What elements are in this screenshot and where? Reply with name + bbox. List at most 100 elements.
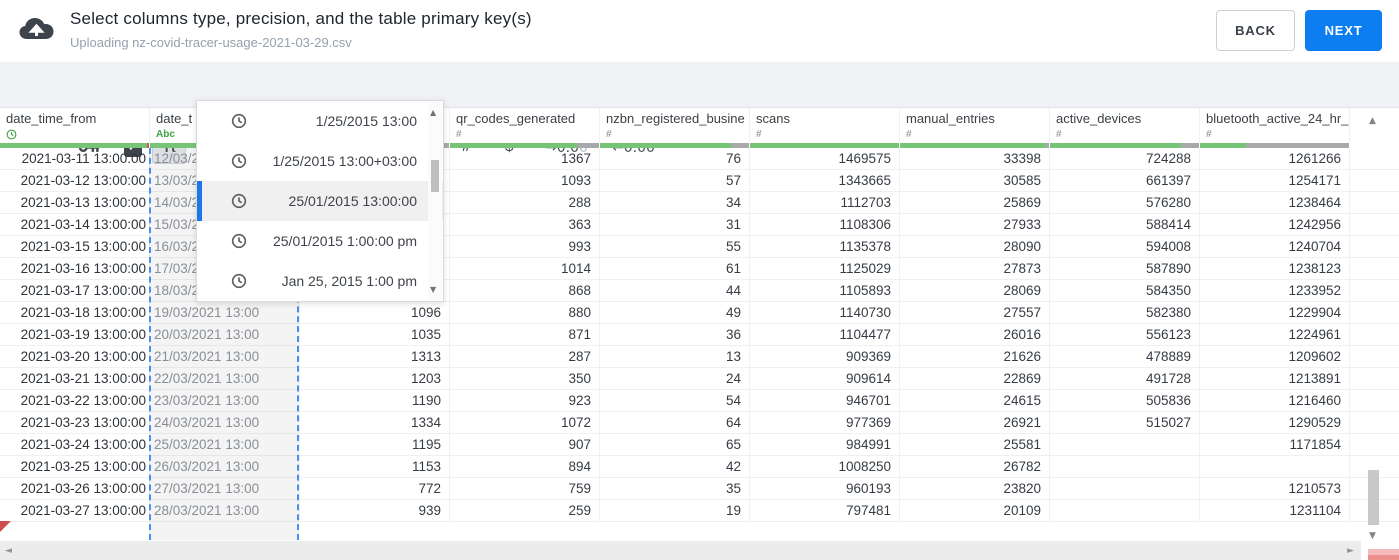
cell: 26016 xyxy=(900,324,1050,345)
cell: 515027 xyxy=(1050,412,1200,433)
cell: 27933 xyxy=(900,214,1050,235)
cell: 2021-03-13 13:00:00 xyxy=(0,192,150,213)
dropdown-scroll-thumb[interactable] xyxy=(431,160,439,192)
cell: 993 xyxy=(450,236,600,257)
format-option[interactable]: 1/25/2015 13:00+03:00 xyxy=(197,141,443,181)
cell: 1238123 xyxy=(1200,258,1350,279)
clock-icon xyxy=(231,153,247,169)
cell: 44 xyxy=(600,280,750,301)
cell: 772 xyxy=(300,478,450,499)
cell: 19 xyxy=(600,500,750,521)
cell xyxy=(1050,456,1200,477)
cell: 909614 xyxy=(750,368,900,389)
cell: 25869 xyxy=(900,192,1050,213)
format-option-label: 1/25/2015 13:00 xyxy=(315,113,417,129)
clock-icon xyxy=(231,233,247,249)
cell: 1125029 xyxy=(750,258,900,279)
cell: 54 xyxy=(600,390,750,411)
cell: 1238464 xyxy=(1200,192,1350,213)
format-option[interactable]: 25/01/2015 1:00:00 pm xyxy=(197,221,443,261)
cell: 907 xyxy=(450,434,600,455)
cell: 64 xyxy=(600,412,750,433)
cell: 363 xyxy=(450,214,600,235)
cell: 1231104 xyxy=(1200,500,1350,521)
cell xyxy=(1050,478,1200,499)
cell: 1108306 xyxy=(750,214,900,235)
cell: 880 xyxy=(450,302,600,323)
cell xyxy=(1050,500,1200,521)
format-option-label: 25/01/2015 13:00:00 xyxy=(288,193,417,209)
cell: 724288 xyxy=(1050,148,1200,169)
cell: 30585 xyxy=(900,170,1050,191)
cell: 34 xyxy=(600,192,750,213)
cell: 2021-03-24 13:00:00 xyxy=(0,434,150,455)
cell: 1104477 xyxy=(750,324,900,345)
cell: 27873 xyxy=(900,258,1050,279)
scroll-right-icon[interactable]: ► xyxy=(1347,546,1354,556)
format-option[interactable]: 1/25/2015 13:00 xyxy=(197,101,443,141)
csv-upload-wizard: Select columns type, precision, and the … xyxy=(0,0,1399,560)
cell: 1093 xyxy=(450,170,600,191)
cell: 1112703 xyxy=(750,192,900,213)
cell: 977369 xyxy=(750,412,900,433)
scroll-left-icon[interactable]: ◄ xyxy=(5,546,12,556)
format-option[interactable]: 25/01/2015 13:00:00 xyxy=(197,181,443,221)
clock-icon xyxy=(6,129,17,140)
cell: 22869 xyxy=(900,368,1050,389)
cell: 28069 xyxy=(900,280,1050,301)
cell: 1190 xyxy=(300,390,450,411)
cell: 1233952 xyxy=(1200,280,1350,301)
column-header-active_devices[interactable]: active_devices # xyxy=(1050,108,1200,143)
cell: 24 xyxy=(600,368,750,389)
cell: 2021-03-26 13:00:00 xyxy=(0,478,150,499)
column-type-glyph: # xyxy=(756,129,762,140)
cell: 2021-03-16 13:00:00 xyxy=(0,258,150,279)
cell: 24615 xyxy=(900,390,1050,411)
scroll-down-icon[interactable]: ▼ xyxy=(1369,531,1376,541)
cell: 42 xyxy=(600,456,750,477)
cell xyxy=(1200,456,1350,477)
cell: 1140730 xyxy=(750,302,900,323)
cell: 2021-03-23 13:00:00 xyxy=(0,412,150,433)
column-header-nzbn_registered_busine[interactable]: nzbn_registered_busine # xyxy=(600,108,750,143)
dropdown-scrollbar[interactable]: ▲ ▼ xyxy=(428,102,442,300)
cell: 33398 xyxy=(900,148,1050,169)
cell: 49 xyxy=(600,302,750,323)
column-header-qr_codes_generated[interactable]: qr_codes_generated # xyxy=(450,108,600,143)
cell: 1213891 xyxy=(1200,368,1350,389)
cell: 2021-03-11 13:00:00 xyxy=(0,148,150,169)
column-header-scans[interactable]: scans # xyxy=(750,108,900,143)
page-subtitle: Uploading nz-covid-tracer-usage-2021-03-… xyxy=(70,35,352,50)
scroll-down-icon[interactable]: ▼ xyxy=(430,285,436,294)
column-header-date_time_from[interactable]: date_time_from xyxy=(0,108,150,143)
cell: 594008 xyxy=(1050,236,1200,257)
next-button[interactable]: NEXT xyxy=(1305,10,1382,51)
cell: 588414 xyxy=(1050,214,1200,235)
column-header-manual_entries[interactable]: manual_entries # xyxy=(900,108,1050,143)
scroll-up-icon[interactable]: ▲ xyxy=(1369,116,1376,126)
cell: 2021-03-12 13:00:00 xyxy=(0,170,150,191)
column-type-glyph: # xyxy=(1206,129,1212,140)
cell: 23820 xyxy=(900,478,1050,499)
back-button[interactable]: BACK xyxy=(1216,10,1295,51)
column-type-glyph: # xyxy=(906,129,912,140)
scroll-up-icon[interactable]: ▲ xyxy=(430,108,436,117)
cell: 61 xyxy=(600,258,750,279)
column-type-glyph: # xyxy=(456,129,462,140)
vertical-scrollbar[interactable]: ▲ ▼ xyxy=(1365,112,1383,545)
column-header-bluetooth_active_24_hr_[interactable]: bluetooth_active_24_hr_ # xyxy=(1200,108,1350,143)
cell: 1035 xyxy=(300,324,450,345)
column-type-glyph xyxy=(6,129,149,140)
cell: 2021-03-17 13:00:00 xyxy=(0,280,150,301)
cell: 1242956 xyxy=(1200,214,1350,235)
cell: 1008250 xyxy=(750,456,900,477)
cell: 984991 xyxy=(750,434,900,455)
cell: 1072 xyxy=(450,412,600,433)
cell: 478889 xyxy=(1050,346,1200,367)
format-option[interactable]: Jan 25, 2015 1:00 pm xyxy=(197,261,443,301)
cell: 797481 xyxy=(750,500,900,521)
cell: 2021-03-21 13:00:00 xyxy=(0,368,150,389)
vertical-scroll-thumb[interactable] xyxy=(1368,470,1379,525)
date-format-dropdown: 1/25/2015 13:00 1/25/2015 13:00+03:00 25/0… xyxy=(196,100,444,302)
horizontal-scrollbar[interactable]: ◄ ► xyxy=(0,541,1361,560)
